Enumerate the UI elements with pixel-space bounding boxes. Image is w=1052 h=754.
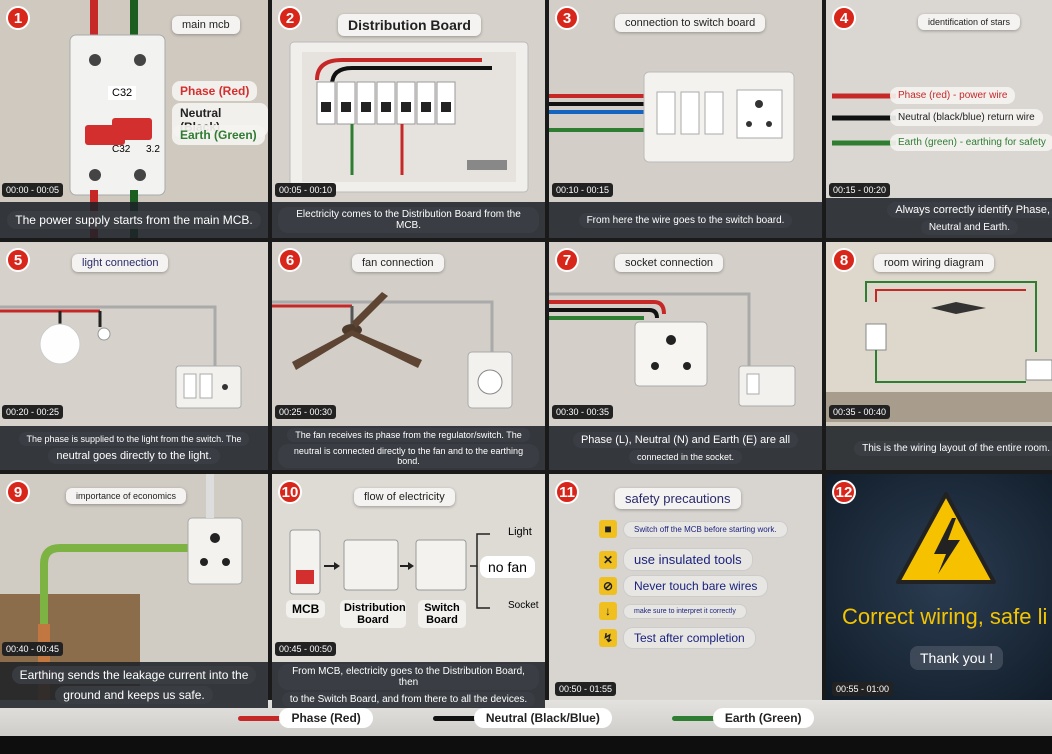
step-number: 5 — [6, 248, 30, 272]
timestamp: 00:50 - 01:55 — [555, 682, 617, 696]
flow-node-fan: no fan — [480, 556, 535, 578]
phase-label: Phase (Red) — [172, 81, 258, 101]
caption: Earthing sends the leakage current into … — [0, 662, 268, 708]
timestamp: 00:30 - 00:35 — [552, 405, 614, 419]
timestamp: 00:20 - 00:25 — [2, 405, 64, 419]
mcb-rating-label: C32 — [108, 86, 137, 100]
timestamp: 00:15 - 00:20 — [829, 183, 891, 197]
step-number: 11 — [555, 480, 579, 504]
headline: Correct wiring, safe li — [842, 604, 1048, 629]
lock-icon: ■ — [599, 520, 617, 538]
panel-2: 2 Distribution Board 00:05 - 00:10 Elect… — [272, 0, 545, 238]
caption: The power supply starts from the main MC… — [0, 202, 268, 238]
panel-7: 7 socket connection 00:30 - 00:35 Phase … — [549, 242, 822, 470]
earth-label: Earth (Green) — [172, 125, 265, 145]
panel-10: 10 flow of electricity MCB Distribution … — [272, 474, 545, 708]
legend-item-phase: Phase (Red) — [238, 708, 373, 728]
panel-title: importance of economics — [66, 488, 187, 504]
caption: Electricity comes to the Distribution Bo… — [272, 202, 545, 238]
safety-step: ↓ make sure to interpret it correctly — [599, 602, 747, 620]
panel-12: 12 Correct wiring, safe li Thank you ! 0… — [826, 474, 1052, 708]
black-wire-swatch — [432, 715, 478, 721]
panel-title: Distribution Board — [338, 14, 481, 36]
panel-1: 1 main mcb C32 C32 3.2 Phase (Red) Neutr… — [0, 0, 268, 238]
step-number: 1 — [6, 6, 30, 30]
panel-8: 8 room wiring diagram 00:35 - 00:40 This… — [826, 242, 1052, 470]
no-touch-icon: ⊘ — [599, 577, 617, 595]
safety-step: ■ Switch off the MCB before starting work… — [599, 520, 788, 538]
caption: The fan receives its phase from the regu… — [272, 426, 545, 470]
panel-11: 11 safety precautions ■ Switch off the MC… — [549, 474, 822, 708]
legend-item-earth: Earth (Green) — [671, 708, 814, 728]
download-icon: ↓ — [599, 602, 617, 620]
caption: From MCB, electricity goes to the Distri… — [272, 662, 545, 708]
warning-sign-illustration — [896, 492, 996, 584]
panel-title: socket connection — [615, 254, 724, 272]
step-number: 9 — [6, 480, 30, 504]
safety-step: ✕ use insulated tools — [599, 548, 753, 571]
lightning-icon: ↯ — [599, 629, 617, 647]
step-number: 10 — [278, 480, 302, 504]
flow-node-switch-board: Switch Board — [418, 600, 466, 628]
panel-title: main mcb — [172, 16, 240, 34]
mcb-rating-label: C32 — [112, 144, 131, 155]
panel-5: 5 light connection 00:20 - 00:25 The pha… — [0, 242, 268, 470]
flow-node-socket: Socket — [508, 600, 539, 611]
flow-node-light: Light — [508, 526, 532, 538]
panel-title: light connection — [72, 254, 169, 272]
panel-title: flow of electricity — [354, 488, 455, 506]
caption: This is the wiring layout of the entire … — [826, 426, 1052, 470]
step-number: 2 — [278, 6, 302, 30]
earth-label: Earth (green) - earthing for safety — [890, 134, 1052, 151]
panel-3: 3 connection to switch board 00:10 - 00:… — [549, 0, 822, 238]
timestamp: 00:45 - 00:50 — [275, 642, 337, 656]
step-number: 3 — [555, 6, 579, 30]
panel-title: identification of stars — [918, 14, 1021, 30]
footer-bar — [0, 736, 1052, 754]
panel-9: 9 importance of economics 00:40 - 00:45 … — [0, 474, 268, 708]
safety-step: ⊘ Never touch bare wires — [599, 575, 769, 597]
caption: The phase is supplied to the light from … — [0, 426, 268, 470]
step-number: 7 — [555, 248, 579, 272]
timestamp: 00:25 - 00:30 — [275, 405, 337, 419]
neutral-label: Neutral (black/blue) return wire — [890, 109, 1043, 126]
step-number: 12 — [832, 480, 856, 504]
timestamp: 00:05 - 00:10 — [275, 183, 337, 197]
timestamp: 00:35 - 00:40 — [829, 405, 891, 419]
panel-title: safety precautions — [615, 488, 741, 509]
timestamp: 00:40 - 00:45 — [2, 642, 64, 656]
timestamp: 00:55 - 01:00 — [832, 682, 894, 696]
legend-item-neutral: Neutral (Black/Blue) — [432, 708, 612, 728]
safety-step: ↯ Test after completion — [599, 627, 756, 649]
panel-6: 6 fan connection 00:25 - 00:30 The fan r… — [272, 242, 545, 470]
mcb-rating-label: 3.2 — [146, 144, 160, 155]
timestamp: 00:10 - 00:15 — [552, 183, 614, 197]
thanks-text: Thank you ! — [910, 646, 1004, 670]
panel-4: 4 identification of stars Phase (red) - … — [826, 0, 1052, 238]
panel-title: room wiring diagram — [874, 254, 994, 272]
panel-title: fan connection — [352, 254, 444, 272]
flow-node-distribution-board: Distribution Board — [340, 600, 406, 628]
panel-title: connection to switch board — [615, 14, 766, 32]
phase-label: Phase (red) - power wire — [890, 87, 1016, 104]
step-number: 6 — [278, 248, 302, 272]
step-number: 4 — [832, 6, 856, 30]
flow-node-mcb: MCB — [286, 600, 326, 618]
step-number: 8 — [832, 248, 856, 272]
tools-icon: ✕ — [599, 550, 617, 569]
caption: From here the wire goes to the switch bo… — [549, 202, 822, 238]
caption: Phase (L), Neutral (N) and Earth (E) are… — [549, 426, 822, 470]
red-wire-swatch — [238, 715, 284, 721]
timestamp: 00:00 - 00:05 — [2, 183, 64, 197]
caption: Always correctly identify Phase, Neutral… — [826, 198, 1052, 238]
green-wire-swatch — [671, 715, 717, 721]
